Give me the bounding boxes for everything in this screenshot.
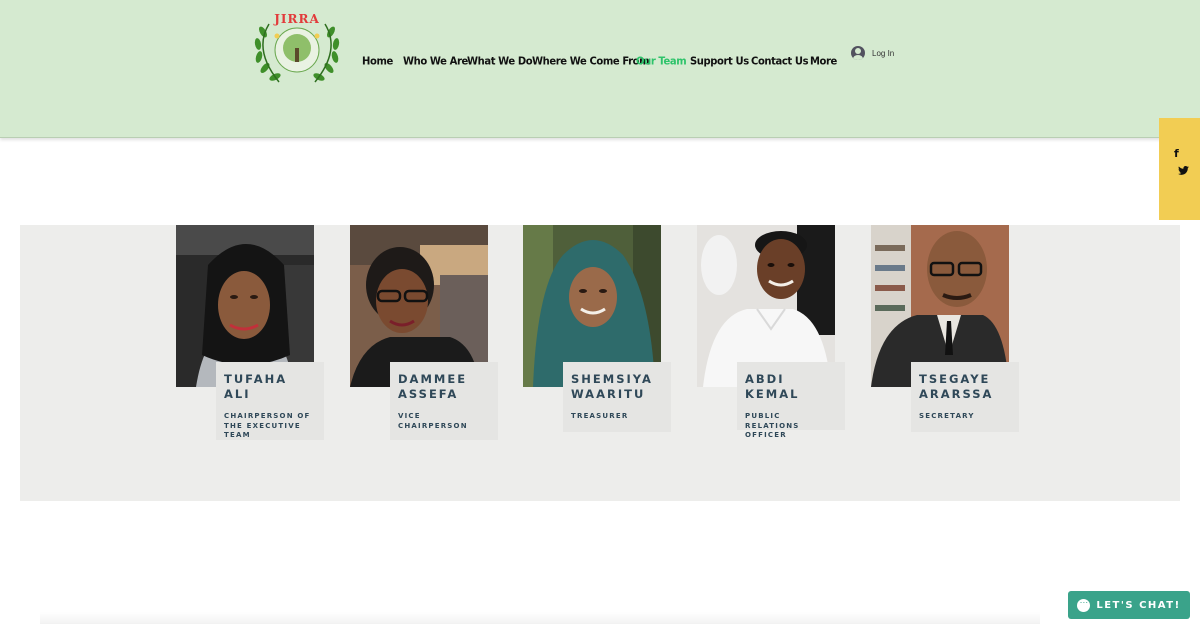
team-section: TUFAHA ALI CHAIRPERSON OF THE EXECUTIVE …: [20, 225, 1180, 501]
logo-text: JIRRA: [274, 12, 320, 26]
member-role: PUBLIC RELATIONS OFFICER: [745, 412, 800, 439]
jirra-logo[interactable]: JIRRA: [249, 10, 345, 88]
lets-chat-button[interactable]: LET'S CHAT!: [1068, 591, 1190, 619]
member-info: DAMMEE ASSEFA VICE CHAIRPERSON: [390, 362, 498, 440]
nav-what-we-do[interactable]: What We Do: [467, 55, 533, 67]
social-bar: f: [1159, 118, 1200, 220]
login-label: Log In: [872, 48, 895, 58]
chat-bubble-icon: [1077, 595, 1091, 612]
member-role: CHAIRPERSON OF THE EXECUTIVE TEAM: [224, 412, 311, 439]
footer-divider: [40, 612, 1040, 624]
nav-home[interactable]: Home: [362, 55, 393, 67]
nav-our-team[interactable]: Our Team: [636, 55, 687, 67]
nav-where-we-come-from[interactable]: Where We Come From: [532, 55, 650, 67]
chat-label: LET'S CHAT!: [1096, 599, 1181, 611]
member-role: SECRETARY: [919, 412, 975, 420]
member-name: DAMMEE ASSEFA: [398, 372, 468, 401]
member-info: SHEMSIYA WAARITU TREASURER: [563, 362, 671, 432]
member-name: TSEGAYE ARARSSA: [919, 372, 994, 401]
member-role: VICE CHAIRPERSON: [398, 412, 468, 430]
member-role: TREASURER: [571, 412, 629, 420]
twitter-icon[interactable]: [1178, 166, 1189, 175]
member-name: SHEMSIYA WAARITU: [571, 372, 653, 401]
facebook-icon[interactable]: f: [1174, 147, 1179, 160]
member-name: ABDI KEMAL: [745, 372, 800, 401]
nav-contact-us[interactable]: Contact Us: [751, 55, 809, 67]
nav-who-we-are[interactable]: Who We Are: [403, 55, 468, 67]
member-info: ABDI KEMAL PUBLIC RELATIONS OFFICER: [737, 362, 845, 439]
login-button[interactable]: Log In: [851, 46, 894, 60]
nav-support-us[interactable]: Support Us: [690, 55, 749, 67]
nav-more[interactable]: More: [810, 55, 837, 67]
site-header: JIRRA Home Who We Are What We Do Where W…: [0, 0, 1200, 138]
member-name: TUFAHA ALI: [224, 372, 288, 401]
member-info: TUFAHA ALI CHAIRPERSON OF THE EXECUTIVE …: [216, 362, 324, 440]
user-avatar-icon: [851, 46, 865, 60]
member-info: TSEGAYE ARARSSA SECRETARY: [911, 362, 1019, 432]
